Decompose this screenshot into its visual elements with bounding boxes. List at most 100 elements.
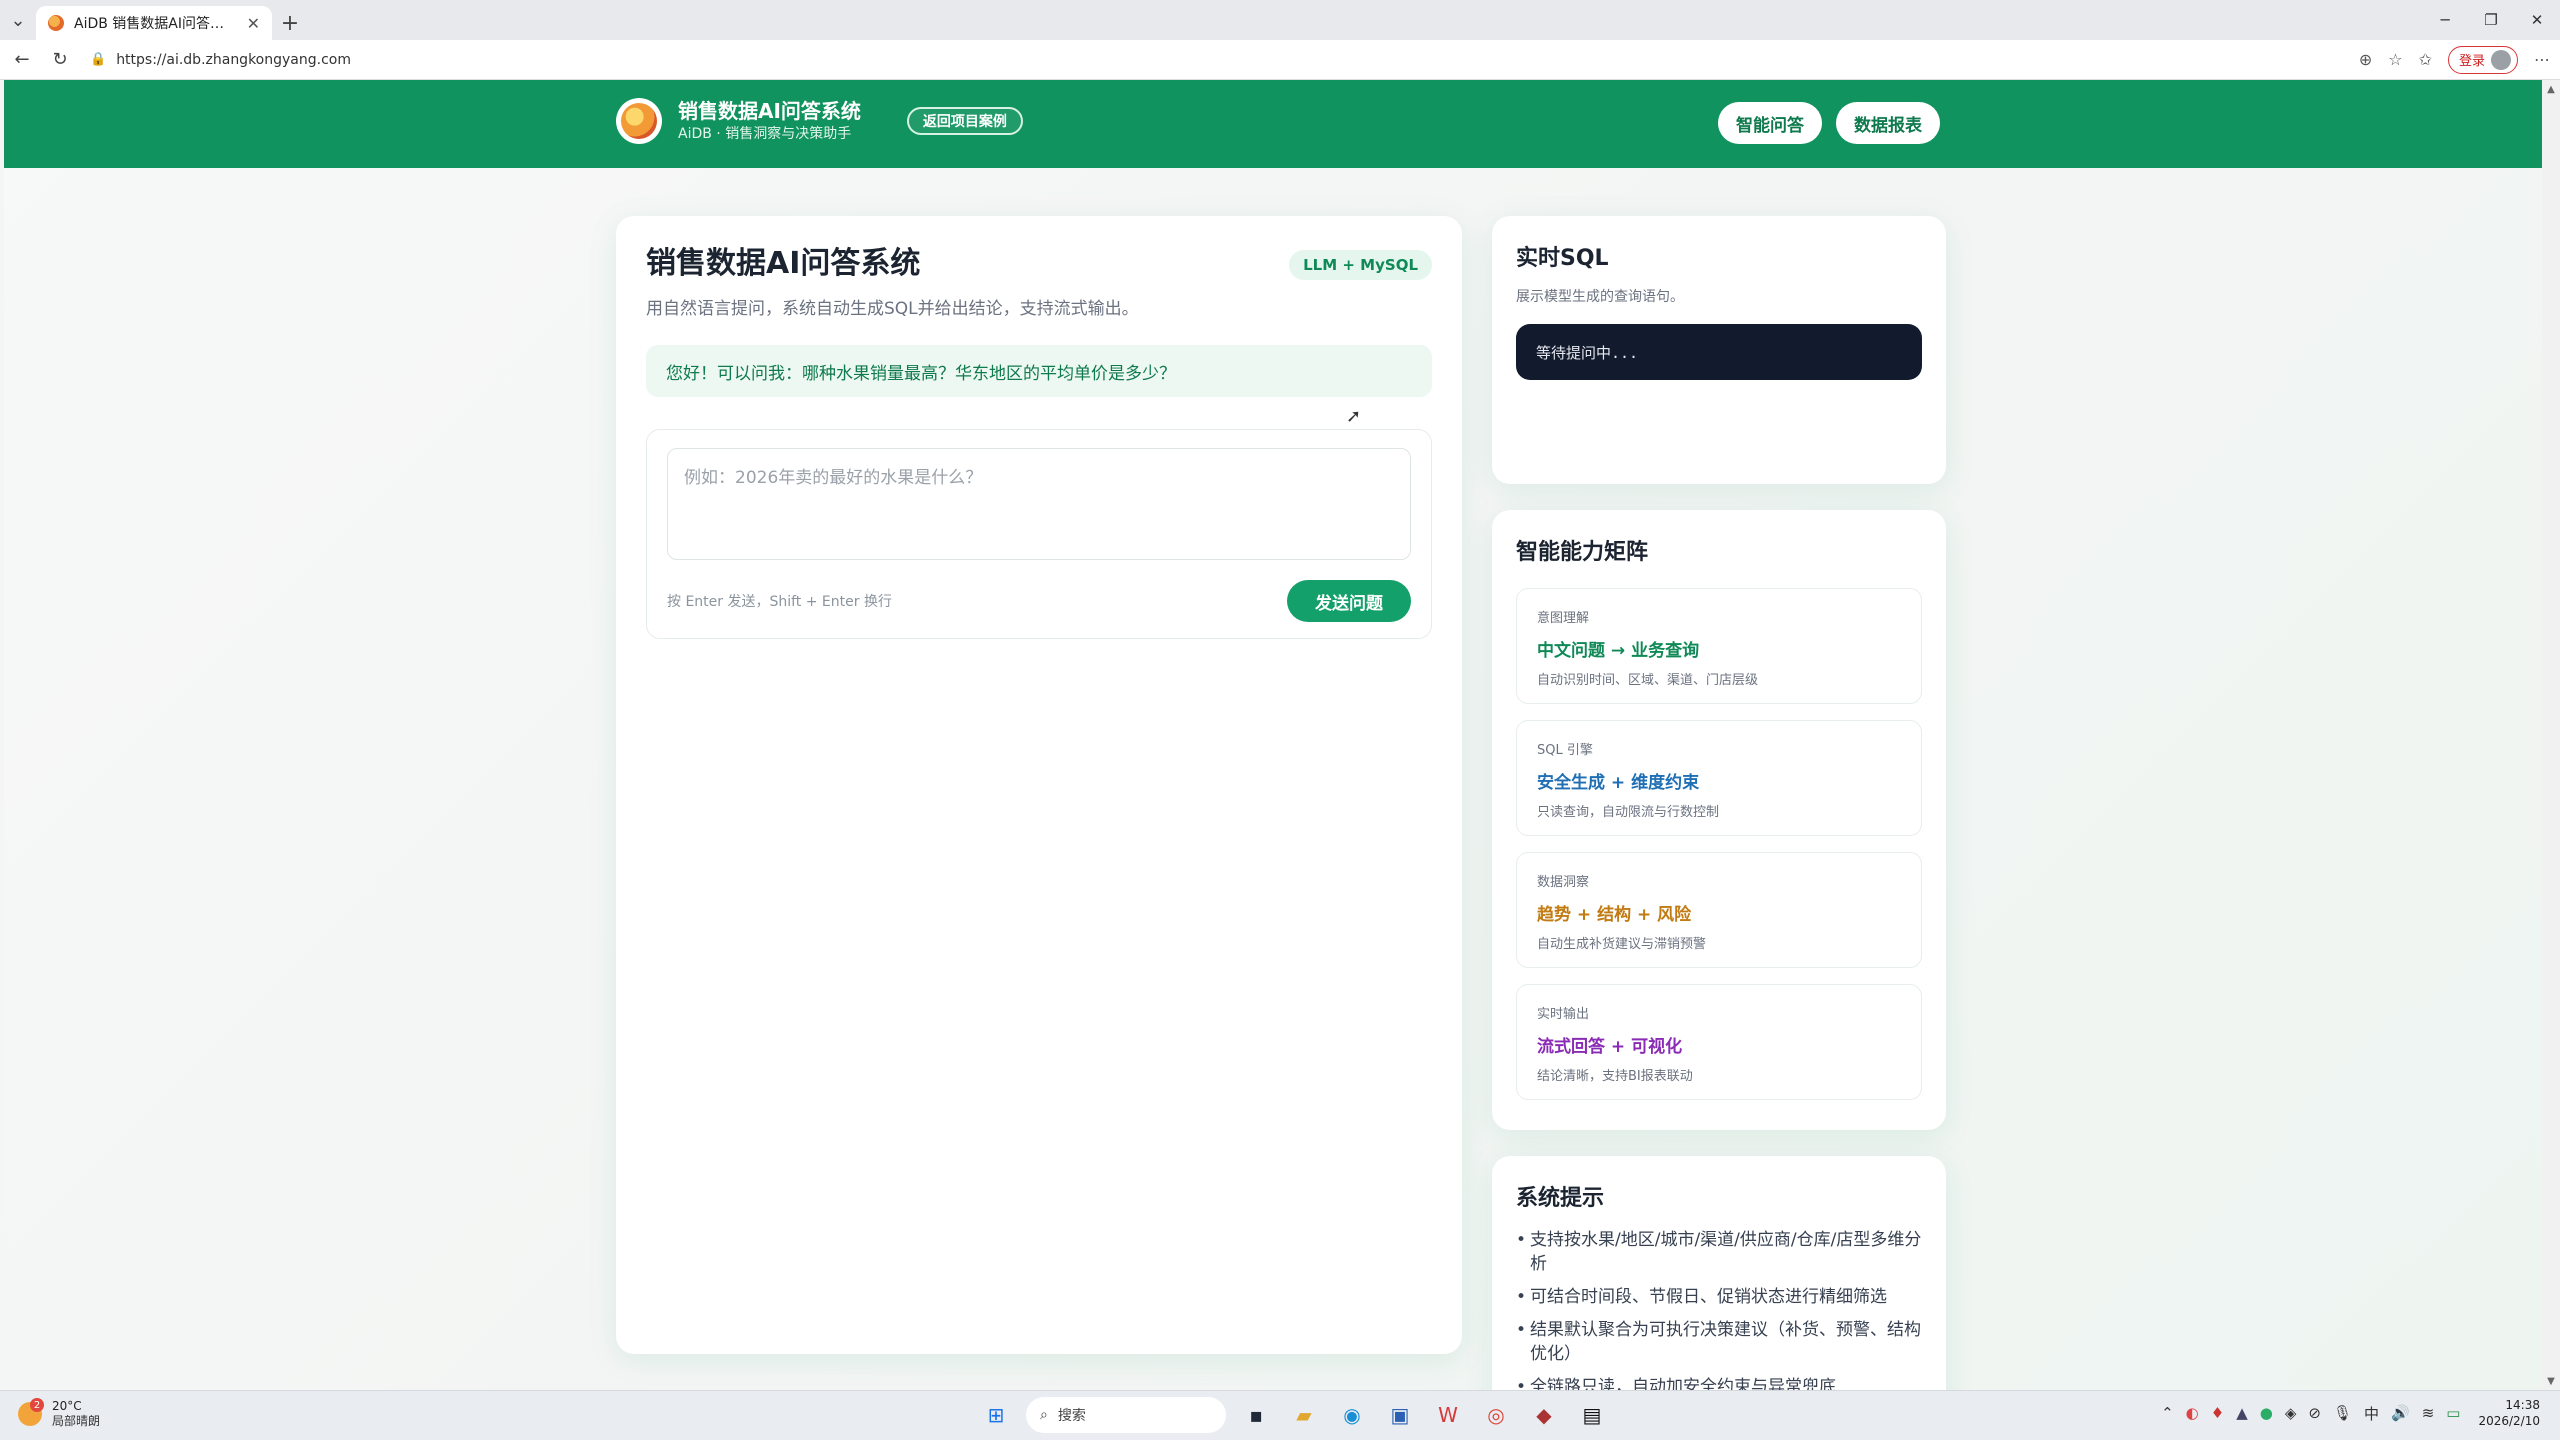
search-label: 搜索: [1057, 1408, 1086, 1424]
capability-tag: 数据洞察: [1537, 875, 1590, 890]
question-input[interactable]: [667, 448, 1411, 560]
question-composer: 按 Enter 发送，Shift + Enter 换行 发送问题: [646, 429, 1432, 639]
store-icon[interactable]: ▣: [1382, 1397, 1418, 1433]
nav-data-report-button[interactable]: 数据报表: [1836, 102, 1940, 144]
clock-time: 14:38: [2505, 1398, 2540, 1412]
capability-item: SQL 引擎 安全生成 + 维度约束 只读查询，自动限流与行数控制: [1516, 720, 1922, 836]
brand: 销售数据AI问答系统 AiDB · 销售洞察与决策助手 返回项目案例: [616, 98, 1023, 144]
back-arrow-icon[interactable]: ←: [10, 49, 34, 70]
browser-tab-active[interactable]: AiDB 销售数据AI问答系统 ✕: [36, 6, 272, 40]
chrome-icon[interactable]: ◎: [1478, 1397, 1514, 1433]
tab-close-icon[interactable]: ✕: [247, 14, 260, 33]
logo-icon: [616, 98, 662, 144]
favorite-star-icon[interactable]: ☆: [2388, 50, 2402, 69]
capability-description: 只读查询，自动限流与行数控制: [1537, 805, 1720, 820]
search-icon: ⌕: [1040, 1407, 1048, 1423]
header-nav: 智能问答 数据报表: [1718, 102, 1940, 144]
profile-login-button[interactable]: 登录: [2447, 45, 2518, 74]
minimize-icon[interactable]: ─: [2422, 0, 2468, 40]
capability-headline: 流式回答 + 可视化: [1537, 1037, 1683, 1057]
file-explorer-icon[interactable]: ▰: [1286, 1397, 1322, 1433]
capability-headline: 安全生成 + 维度约束: [1537, 773, 1700, 793]
edge-browser-icon[interactable]: ◉: [1334, 1397, 1370, 1433]
tray-app-icon[interactable]: ◐: [2186, 1404, 2199, 1422]
tip-item: 可结合时间段、节假日、促销状态进行精细筛选: [1516, 1285, 1922, 1309]
clock[interactable]: 14:38 2026/2/10: [2478, 1397, 2540, 1429]
tray-app-icon[interactable]: ▲: [2236, 1404, 2248, 1422]
taskbar: 2 20°C 局部晴朗 ⊞ ⌕ 搜索 ▪ ▰ ◉ ▣ W ◎ ◆ ▤ ⌃ ◐ ♦…: [0, 1390, 2560, 1440]
nav-smart-qa-button[interactable]: 智能问答: [1718, 102, 1822, 144]
capability-item: 数据洞察 趋势 + 结构 + 风险 自动生成补货建议与滞销预警: [1516, 852, 1922, 968]
site-info-lock-icon[interactable]: 🔒: [90, 52, 106, 67]
favorites-list-icon[interactable]: ✩: [2419, 50, 2432, 69]
capability-tag: SQL 引擎: [1537, 743, 1593, 758]
weather-widget[interactable]: 2 20°C 局部晴朗: [18, 1398, 101, 1429]
refresh-icon[interactable]: ↻: [48, 49, 72, 70]
realtime-sql-card: 实时SQL 展示模型生成的查询语句。 等待提问中...: [1492, 216, 1946, 484]
more-menu-icon[interactable]: ⋯: [2534, 50, 2550, 69]
capability-matrix-card: 智能能力矩阵 意图理解 中文问题 → 业务查询 自动识别时间、区域、渠道、门店层…: [1492, 510, 1946, 1130]
taskbar-apps: ⊞ ⌕ 搜索 ▪ ▰ ◉ ▣ W ◎ ◆ ▤: [978, 1397, 1610, 1433]
weather-badge: 2: [30, 1398, 44, 1412]
keyboard-tip: 按 Enter 发送，Shift + Enter 换行: [667, 594, 892, 610]
capability-description: 自动识别时间、区域、渠道、门店层级: [1537, 673, 1759, 688]
restore-icon[interactable]: ❐: [2468, 0, 2514, 40]
send-question-button[interactable]: 发送问题: [1287, 580, 1411, 622]
tips-list: 支持按水果/地区/城市/渠道/供应商/仓库/店型多维分析 可结合时间段、节假日、…: [1516, 1228, 1922, 1390]
login-label: 登录: [2458, 54, 2485, 69]
url-field[interactable]: 🔒 https://ai.db.zhangkongyang.com: [86, 45, 2345, 75]
clock-date: 2026/2/10: [2478, 1414, 2540, 1428]
scroll-down-icon[interactable]: ▼: [2542, 1372, 2560, 1390]
tab-list-chevron-icon[interactable]: ⌄: [0, 0, 36, 40]
back-to-projects-button[interactable]: 返回项目案例: [906, 107, 1023, 135]
capability-item: 实时输出 流式回答 + 可视化 结论清晰，支持BI报表联动: [1516, 984, 1922, 1100]
capability-description: 结论清晰，支持BI报表联动: [1537, 1069, 1693, 1084]
windows-start-icon[interactable]: ⊞: [978, 1397, 1014, 1433]
tips-title: 系统提示: [1516, 1186, 1605, 1211]
tray-app-icon[interactable]: ⊘: [2308, 1404, 2321, 1422]
tab-title: AiDB 销售数据AI问答系统: [74, 16, 237, 32]
page-title: 销售数据AI问答系统: [646, 246, 921, 281]
sql-output: 等待提问中...: [1516, 324, 1922, 380]
wps-icon[interactable]: W: [1430, 1397, 1466, 1433]
weather-temp: 20°C: [52, 1399, 82, 1413]
tray-app-icon[interactable]: ◈: [2285, 1404, 2297, 1422]
browser-tab-bar: ⌄ AiDB 销售数据AI问答系统 ✕ + ─ ❐ ✕: [0, 0, 2560, 40]
capability-headline: 中文问题 → 业务查询: [1537, 641, 1700, 661]
capability-title: 智能能力矩阵: [1516, 540, 1649, 565]
wifi-icon[interactable]: ≋: [2422, 1404, 2435, 1422]
brand-title: 销售数据AI问答系统: [678, 99, 861, 123]
site-favicon-icon: [48, 15, 64, 31]
page-viewport: 销售数据AI问答系统 AiDB · 销售洞察与决策助手 返回项目案例 智能问答 …: [4, 80, 2542, 1390]
system-tray: ⌃ ◐ ♦ ▲ ● ◈ ⊘ 🎙 中 🔊 ≋ ▭ 14:38 2026/2/10: [2161, 1397, 2540, 1429]
tech-badge: LLM + MySQL: [1289, 250, 1432, 280]
close-window-icon[interactable]: ✕: [2514, 0, 2560, 40]
task-view-icon[interactable]: ▪: [1238, 1397, 1274, 1433]
volume-icon[interactable]: 🔊: [2391, 1404, 2410, 1422]
ime-indicator[interactable]: 中: [2364, 1403, 2379, 1424]
microphone-icon[interactable]: 🎙: [2333, 1404, 2352, 1422]
tip-item: 支持按水果/地区/城市/渠道/供应商/仓库/店型多维分析: [1516, 1228, 1922, 1276]
app-icon[interactable]: ◆: [1526, 1397, 1562, 1433]
site-header: 销售数据AI问答系统 AiDB · 销售洞察与决策助手 返回项目案例 智能问答 …: [4, 80, 2542, 168]
taskbar-search[interactable]: ⌕ 搜索: [1026, 1397, 1226, 1433]
wechat-icon[interactable]: ●: [2260, 1404, 2273, 1422]
profile-avatar-icon: [2491, 49, 2511, 70]
new-tab-plus-icon[interactable]: +: [272, 6, 308, 40]
tip-item: 全链路只读，自动加安全约束与异常兜底: [1516, 1375, 1922, 1390]
scroll-up-icon[interactable]: ▲: [2542, 80, 2560, 98]
tray-expand-icon[interactable]: ⌃: [2161, 1404, 2174, 1422]
capability-headline: 趋势 + 结构 + 风险: [1537, 905, 1692, 925]
capability-tag: 意图理解: [1537, 611, 1590, 626]
terminal-icon[interactable]: ▤: [1574, 1397, 1610, 1433]
system-tips-card: 系统提示 支持按水果/地区/城市/渠道/供应商/仓库/店型多维分析 可结合时间段…: [1492, 1156, 1946, 1390]
zoom-icon[interactable]: ⊕: [2359, 50, 2372, 69]
brand-subtitle: AiDB · 销售洞察与决策助手: [678, 126, 852, 142]
page-subtitle: 用自然语言提问，系统自动生成SQL并给出结论，支持流式输出。: [646, 299, 1139, 319]
battery-icon[interactable]: ▭: [2446, 1404, 2460, 1422]
page-scrollbar[interactable]: ▲ ▼: [2542, 80, 2560, 1390]
capability-item: 意图理解 中文问题 → 业务查询 自动识别时间、区域、渠道、门店层级: [1516, 588, 1922, 704]
weather-condition: 局部晴朗: [52, 1414, 101, 1428]
window-controls: ─ ❐ ✕: [2422, 0, 2560, 40]
tray-app-icon[interactable]: ♦: [2211, 1404, 2224, 1422]
